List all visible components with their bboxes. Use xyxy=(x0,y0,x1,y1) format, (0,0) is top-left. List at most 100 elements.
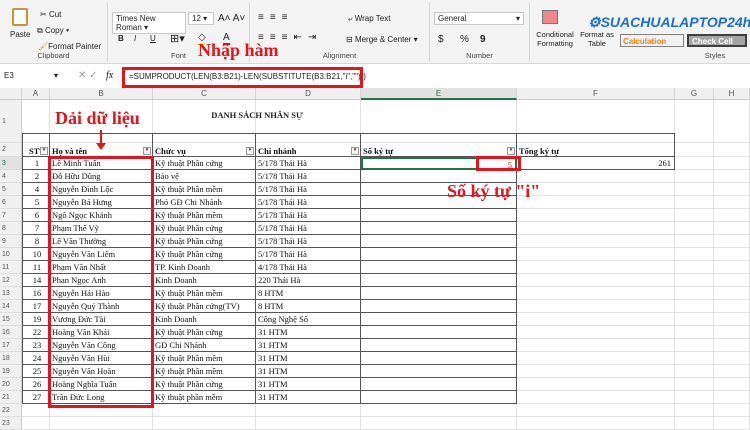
header-cell[interactable]: Tổng ký tự xyxy=(517,133,675,157)
row-header-15[interactable]: 15 xyxy=(0,313,22,326)
so-ky-tu-cell[interactable] xyxy=(361,352,517,365)
cell[interactable] xyxy=(714,222,750,235)
row-header-19[interactable]: 19 xyxy=(0,365,22,378)
table-cell[interactable]: 7 xyxy=(22,222,50,235)
cell[interactable] xyxy=(675,313,714,326)
cell[interactable] xyxy=(714,183,750,196)
cell[interactable] xyxy=(714,170,750,183)
table-cell[interactable]: 4/178 Thái Hà xyxy=(256,261,361,274)
row-header-4[interactable]: 4 xyxy=(0,170,22,183)
cell[interactable] xyxy=(714,209,750,222)
cell[interactable] xyxy=(153,417,256,430)
cell[interactable] xyxy=(675,300,714,313)
row-header-18[interactable]: 18 xyxy=(0,352,22,365)
cell[interactable] xyxy=(517,287,675,300)
cell[interactable] xyxy=(22,417,50,430)
cell[interactable] xyxy=(675,157,714,170)
column-header-A[interactable]: A xyxy=(22,88,50,100)
table-cell[interactable]: 19 xyxy=(22,313,50,326)
cell[interactable] xyxy=(714,352,750,365)
font-size-select[interactable]: 12 ▾ xyxy=(188,12,214,25)
italic-button[interactable]: I xyxy=(134,34,136,43)
table-cell[interactable]: 16 xyxy=(22,287,50,300)
currency-button[interactable]: $ xyxy=(438,34,444,45)
cell[interactable] xyxy=(675,222,714,235)
cell[interactable] xyxy=(675,287,714,300)
row-header-6[interactable]: 6 xyxy=(0,196,22,209)
table-cell[interactable]: 31 HTM xyxy=(256,378,361,391)
header-cell[interactable]: Chức vụ ▾ xyxy=(153,133,256,157)
cell[interactable] xyxy=(714,100,750,143)
table-cell[interactable]: 8 HTM xyxy=(256,287,361,300)
cell[interactable] xyxy=(361,404,517,417)
cell[interactable] xyxy=(361,417,517,430)
header-cell[interactable]: Số ký tự ▾ xyxy=(361,133,517,157)
cell[interactable] xyxy=(517,378,675,391)
conditional-formatting-button[interactable]: Conditional Formatting xyxy=(534,30,576,48)
column-header-B[interactable]: B xyxy=(50,88,153,100)
cell[interactable] xyxy=(517,235,675,248)
row-header-21[interactable]: 21 xyxy=(0,391,22,404)
copy-button[interactable]: ⧉ Copy ▾ xyxy=(37,26,69,36)
table-cell[interactable]: 31 HTM xyxy=(256,365,361,378)
table-cell[interactable]: 31 HTM xyxy=(256,391,361,404)
table-cell[interactable]: 8 xyxy=(22,235,50,248)
so-ky-tu-cell[interactable] xyxy=(361,391,517,404)
table-cell[interactable]: 5/178 Thái Hà xyxy=(256,196,361,209)
table-cell[interactable]: 8 HTM xyxy=(256,300,361,313)
cell[interactable] xyxy=(714,404,750,417)
so-ky-tu-cell[interactable] xyxy=(361,287,517,300)
column-header-H[interactable]: H xyxy=(714,88,750,100)
borders-icon[interactable]: ⊞▾ xyxy=(170,32,185,45)
cell[interactable] xyxy=(517,313,675,326)
so-ky-tu-cell[interactable] xyxy=(361,248,517,261)
cell[interactable] xyxy=(675,378,714,391)
cell[interactable] xyxy=(517,391,675,404)
fx-button[interactable]: fx xyxy=(106,70,113,81)
table-cell[interactable]: Kỹ thuật phần mềm xyxy=(153,391,256,404)
so-ky-tu-cell[interactable] xyxy=(361,261,517,274)
so-ky-tu-cell[interactable] xyxy=(361,378,517,391)
number-format-select[interactable]: General ▾ xyxy=(434,12,524,25)
tong-ky-tu-cell[interactable]: 261 xyxy=(517,157,675,170)
table-cell[interactable]: Kỹ thuật Phần cứng xyxy=(153,378,256,391)
paste-button[interactable]: Paste xyxy=(10,30,30,39)
table-cell[interactable]: Kỹ thuật Phần mềm xyxy=(153,365,256,378)
table-cell[interactable]: 5/178 Thái Hà xyxy=(256,248,361,261)
cell[interactable] xyxy=(675,235,714,248)
row-header-23[interactable]: 23 xyxy=(0,417,22,430)
comma-button[interactable]: 9 xyxy=(480,34,486,45)
table-cell[interactable]: 5/178 Thái Hà xyxy=(256,209,361,222)
table-cell[interactable]: 22 xyxy=(22,326,50,339)
so-ky-tu-cell[interactable] xyxy=(361,365,517,378)
cell[interactable] xyxy=(517,170,675,183)
cell[interactable] xyxy=(256,404,361,417)
filter-dropdown-icon[interactable]: ▾ xyxy=(246,147,254,155)
filter-dropdown-icon[interactable]: ▾ xyxy=(351,147,359,155)
cell[interactable] xyxy=(675,417,714,430)
cell[interactable] xyxy=(517,274,675,287)
cell[interactable] xyxy=(517,300,675,313)
so-ky-tu-cell[interactable] xyxy=(361,222,517,235)
table-cell[interactable]: Kỹ thuật Phần cứng xyxy=(153,326,256,339)
table-cell[interactable]: 5/178 Thái Hà xyxy=(256,170,361,183)
row-header-14[interactable]: 14 xyxy=(0,300,22,313)
table-cell[interactable]: 5 xyxy=(22,196,50,209)
so-ky-tu-cell[interactable] xyxy=(361,235,517,248)
table-cell[interactable]: 31 HTM xyxy=(256,339,361,352)
so-ky-tu-cell[interactable] xyxy=(361,326,517,339)
so-ky-tu-cell[interactable] xyxy=(361,209,517,222)
cell[interactable] xyxy=(675,365,714,378)
table-cell[interactable]: 26 xyxy=(22,378,50,391)
calculation-style[interactable]: Calculation xyxy=(620,34,684,47)
filter-dropdown-icon[interactable]: ▾ xyxy=(143,147,151,155)
cell[interactable] xyxy=(517,404,675,417)
table-cell[interactable]: Phó GĐ Chi Nhánh xyxy=(153,196,256,209)
table-cell[interactable]: Kỹ thuật Phần cứng xyxy=(153,157,256,170)
table-cell[interactable]: 11 xyxy=(22,261,50,274)
cell[interactable] xyxy=(714,365,750,378)
column-header-F[interactable]: F xyxy=(517,88,675,100)
row-header-2[interactable]: 2 xyxy=(0,143,22,157)
cell[interactable] xyxy=(517,352,675,365)
cut-button[interactable]: ✂ Cut xyxy=(40,10,61,19)
